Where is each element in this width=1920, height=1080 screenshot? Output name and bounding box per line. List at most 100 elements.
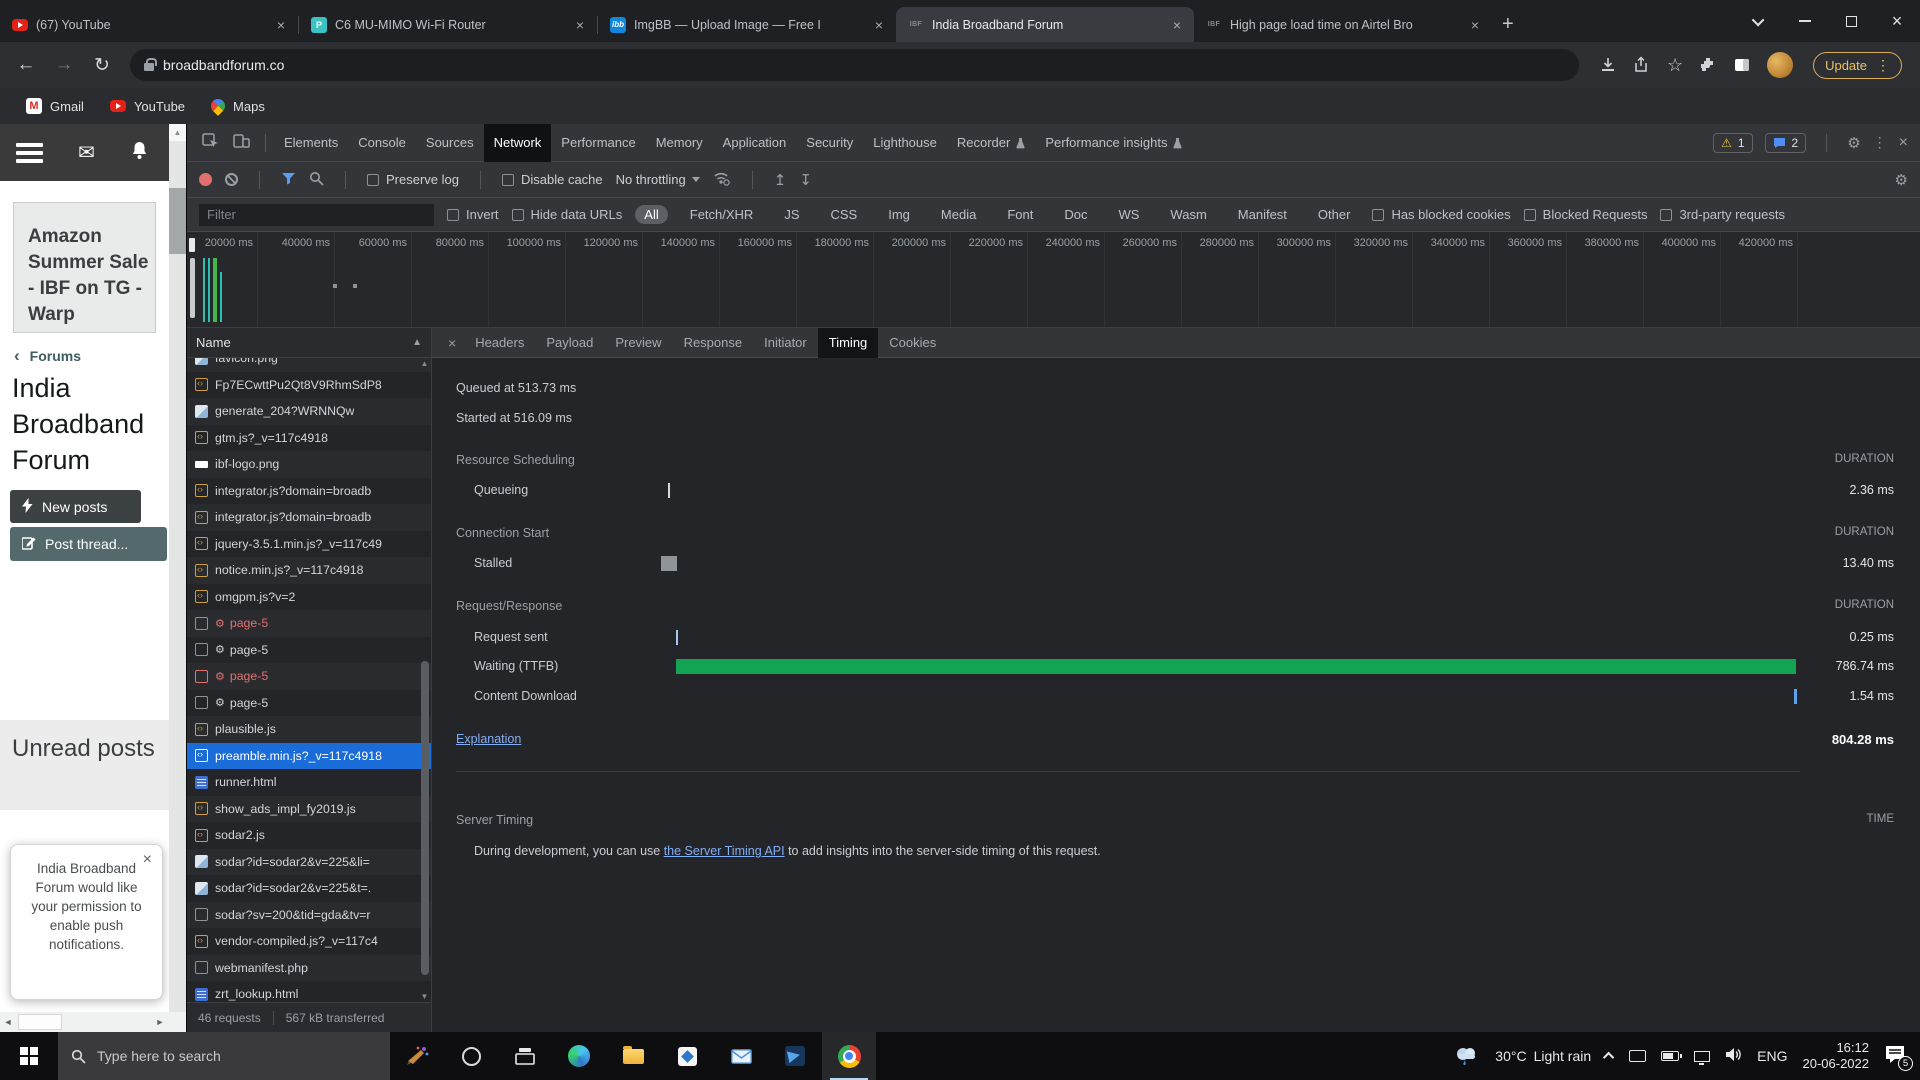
scrollbar-thumb[interactable] — [421, 661, 429, 976]
tab-india-broadband-forum[interactable]: IBF India Broadband Forum × — [896, 7, 1194, 42]
breadcrumb[interactable]: ‹ Forums — [14, 346, 81, 366]
tab-close-icon[interactable]: × — [1468, 17, 1482, 33]
server-timing-api-link[interactable]: the Server Timing API — [664, 844, 785, 858]
network-icon[interactable] — [1694, 1051, 1710, 1062]
table-row[interactable]: ⚙page-5 — [187, 637, 431, 664]
devtools-tab-application[interactable]: Application — [713, 124, 797, 162]
detail-tab-headers[interactable]: Headers — [464, 328, 535, 358]
mail-app-icon[interactable] — [714, 1032, 768, 1080]
site-horizontal-scrollbar[interactable]: ◄ ► — [0, 1012, 186, 1032]
address-bar[interactable]: broadbandforum.co — [130, 49, 1579, 81]
table-row[interactable]: Fp7ECwttPu2Qt8V9RhmSdP8 — [187, 372, 431, 399]
profile-avatar[interactable] — [1767, 52, 1793, 78]
scroll-up-icon[interactable]: ▲ — [169, 124, 186, 141]
table-row[interactable]: ⚙page-5 — [187, 690, 431, 717]
devtools-tab-console[interactable]: Console — [348, 124, 416, 162]
preserve-log-checkbox[interactable]: Preserve log — [367, 172, 459, 187]
table-row[interactable]: webmanifest.php — [187, 955, 431, 982]
table-row[interactable]: runner.html — [187, 769, 431, 796]
devtools-tab-memory[interactable]: Memory — [646, 124, 713, 162]
ring-app-icon[interactable] — [444, 1032, 498, 1080]
hamburger-menu-icon[interactable] — [16, 143, 43, 163]
filter-type-font[interactable]: Font — [998, 205, 1042, 224]
table-row[interactable]: generate_204?WRNNQw — [187, 398, 431, 425]
start-button[interactable] — [0, 1032, 58, 1080]
close-detail-icon[interactable]: × — [440, 335, 464, 351]
new-tab-button[interactable]: + — [1492, 13, 1528, 42]
table-row[interactable]: notice.min.js?_v=117c4918 — [187, 557, 431, 584]
import-har-icon[interactable]: ↥ — [774, 171, 787, 189]
table-row[interactable]: vendor-compiled.js?_v=117c4 — [187, 928, 431, 955]
table-row[interactable]: ibf-logo.png — [187, 451, 431, 478]
table-row[interactable]: sodar?id=sodar2&v=225&t=. — [187, 875, 431, 902]
table-row[interactable]: gtm.js?_v=117c4918 — [187, 425, 431, 452]
maximize-button[interactable] — [1828, 0, 1874, 42]
scroll-down-icon[interactable]: ▼ — [419, 992, 430, 1001]
devtools-tab-elements[interactable]: Elements — [274, 124, 348, 162]
table-row[interactable]: plausible.js — [187, 716, 431, 743]
filter-type-media[interactable]: Media — [932, 205, 985, 224]
request-list-scrollbar[interactable]: ▲ ▼ — [419, 359, 430, 1001]
back-button[interactable]: ← — [10, 54, 42, 76]
popup-close-icon[interactable]: × — [143, 851, 152, 869]
file-explorer-icon[interactable] — [606, 1032, 660, 1080]
third-party-requests-checkbox[interactable]: 3rd-party requests — [1660, 207, 1785, 222]
table-row[interactable]: ⚙page-5 — [187, 610, 431, 637]
devtools-tab-recorder[interactable]: Recorder — [947, 124, 1035, 162]
has-blocked-cookies-checkbox[interactable]: Has blocked cookies — [1372, 207, 1510, 222]
site-vertical-scrollbar[interactable]: ▲ — [169, 124, 186, 1012]
table-row[interactable]: favicon.png — [187, 358, 431, 372]
table-row[interactable]: integrator.js?domain=broadb — [187, 504, 431, 531]
network-conditions-icon[interactable] — [713, 171, 731, 189]
filter-type-all[interactable]: All — [635, 205, 667, 224]
bookmark-star-icon[interactable]: ☆ — [1667, 55, 1683, 76]
edge-icon[interactable] — [552, 1032, 606, 1080]
throttling-dropdown[interactable]: No throttling — [616, 172, 700, 187]
filter-type-doc[interactable]: Doc — [1055, 205, 1096, 224]
post-thread-button[interactable]: Post thread... — [10, 527, 167, 561]
table-row[interactable]: jquery-3.5.1.min.js?_v=117c49 — [187, 531, 431, 558]
bookmark-maps[interactable]: Maps — [211, 99, 265, 114]
tab-search-chevron-icon[interactable] — [1736, 0, 1782, 42]
devtools-tab-performance[interactable]: Performance — [551, 124, 645, 162]
bookmark-gmail[interactable]: M Gmail — [26, 98, 84, 114]
disable-cache-checkbox[interactable]: Disable cache — [502, 172, 603, 187]
extensions-puzzle-icon[interactable] — [1699, 56, 1717, 74]
table-row[interactable]: show_ads_impl_fy2019.js — [187, 796, 431, 823]
selection-handle[interactable] — [189, 238, 195, 252]
search-icon[interactable] — [309, 171, 324, 189]
network-overview-timeline[interactable]: 20000 ms 40000 ms 60000 ms 80000 ms 1000… — [187, 232, 1920, 328]
devtools-tab-performance-insights[interactable]: Performance insights — [1035, 124, 1192, 162]
device-toolbar-icon[interactable] — [233, 133, 250, 152]
scroll-left-icon[interactable]: ◄ — [0, 1012, 16, 1032]
detail-tab-payload[interactable]: Payload — [535, 328, 604, 358]
show-hidden-icons-chevron[interactable] — [1603, 1052, 1614, 1063]
tab-router[interactable]: P C6 MU-MIMO Wi-Fi Router × — [299, 7, 597, 42]
explanation-link[interactable]: Explanation — [456, 732, 521, 746]
browser-menu-icon[interactable]: ⋮ — [1876, 60, 1890, 70]
devtools-tab-network[interactable]: Network — [484, 124, 552, 162]
filter-type-manifest[interactable]: Manifest — [1229, 205, 1296, 224]
selection-handle[interactable] — [190, 258, 195, 318]
table-row[interactable]: zrt_lookup.html — [187, 981, 431, 1002]
detail-tab-response[interactable]: Response — [673, 328, 754, 358]
detail-tab-preview[interactable]: Preview — [604, 328, 672, 358]
taskbar-search[interactable]: Type here to search — [58, 1032, 390, 1080]
table-row[interactable]: sodar?sv=200&tid=gda&tv=r — [187, 902, 431, 929]
reload-button[interactable]: ↻ — [86, 54, 118, 77]
forward-button[interactable]: → — [48, 54, 80, 76]
table-row-selected[interactable]: preamble.min.js?_v=117c4918 — [187, 743, 431, 770]
invert-checkbox[interactable]: Invert — [447, 207, 499, 222]
table-row[interactable]: sodar2.js — [187, 822, 431, 849]
filter-type-wasm[interactable]: Wasm — [1161, 205, 1215, 224]
filter-type-js[interactable]: JS — [775, 205, 808, 224]
record-button[interactable] — [199, 173, 212, 186]
filter-type-css[interactable]: CSS — [822, 205, 867, 224]
filter-type-other[interactable]: Other — [1309, 205, 1360, 224]
detail-tab-timing[interactable]: Timing — [818, 328, 879, 358]
task-view-icon[interactable] — [498, 1032, 552, 1080]
table-row[interactable]: integrator.js?domain=broadb — [187, 478, 431, 505]
tablet-mode-icon[interactable] — [1629, 1050, 1646, 1062]
warnings-badge[interactable]: ⚠ 1 — [1713, 133, 1752, 153]
unread-posts-section[interactable]: Unread posts — [0, 720, 169, 810]
